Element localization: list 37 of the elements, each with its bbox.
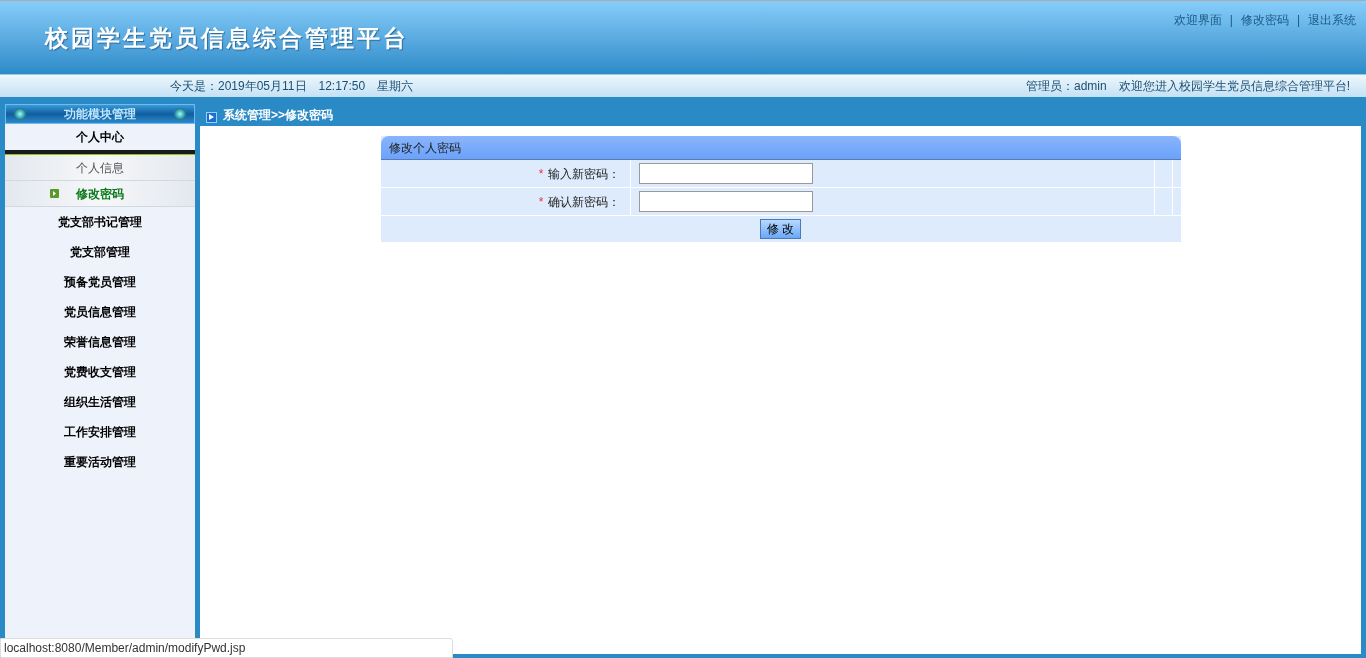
field-label: 输入新密码：	[547, 165, 620, 183]
form-title: 修改个人密码	[380, 136, 1181, 160]
weekday-text: 星期六	[377, 78, 414, 95]
required-mark: *	[538, 165, 544, 183]
menu-group[interactable]: 预备党员管理	[5, 267, 195, 297]
menu-group[interactable]: 重要活动管理	[5, 447, 195, 477]
password-field[interactable]	[638, 191, 813, 212]
menu-group[interactable]: 党支部书记管理	[5, 207, 195, 237]
breadcrumb: 系统管理>>修改密码	[223, 107, 333, 124]
separator: |	[1229, 12, 1233, 29]
menu-group[interactable]: 荣誉信息管理	[5, 327, 195, 357]
sidebar-title: 功能模块管理	[64, 106, 136, 123]
play-icon	[206, 111, 217, 123]
menu-group[interactable]: 党费收支管理	[5, 357, 195, 387]
separator: |	[1296, 12, 1300, 29]
menu-group[interactable]: 党员信息管理	[5, 297, 195, 327]
header-link[interactable]: 欢迎界面	[1173, 11, 1222, 29]
header-link[interactable]: 退出系统	[1308, 11, 1356, 29]
time-text: 12:17:50	[318, 78, 366, 95]
menu-group[interactable]: 党支部管理	[5, 237, 195, 267]
knob-icon	[14, 108, 26, 120]
menu-group[interactable]: 组织生活管理	[5, 387, 195, 417]
field-label: 确认新密码：	[547, 193, 620, 211]
status-url-tooltip: localhost:8080/Member/admin/modifyPwd.jsp	[0, 638, 453, 658]
app-title: 校园学生党员信息综合管理平台	[43, 24, 409, 53]
welcome-text: 欢迎您进入校园学生党员信息综合管理平台!	[1118, 78, 1350, 95]
date-text: 今天是：2019年05月11日	[170, 78, 307, 95]
admin-text: 管理员：admin	[1025, 78, 1107, 95]
password-field[interactable]	[638, 163, 813, 184]
header-link[interactable]: 修改密码	[1240, 11, 1289, 29]
menu-item[interactable]: 个人信息	[5, 155, 195, 181]
menu-item[interactable]: 修改密码	[5, 181, 195, 207]
arrow-icon	[50, 189, 59, 198]
submit-button[interactable]: 修 改	[759, 219, 802, 239]
menu-group[interactable]: 工作安排管理	[5, 417, 195, 447]
required-mark: *	[538, 193, 544, 211]
knob-icon	[174, 108, 186, 120]
